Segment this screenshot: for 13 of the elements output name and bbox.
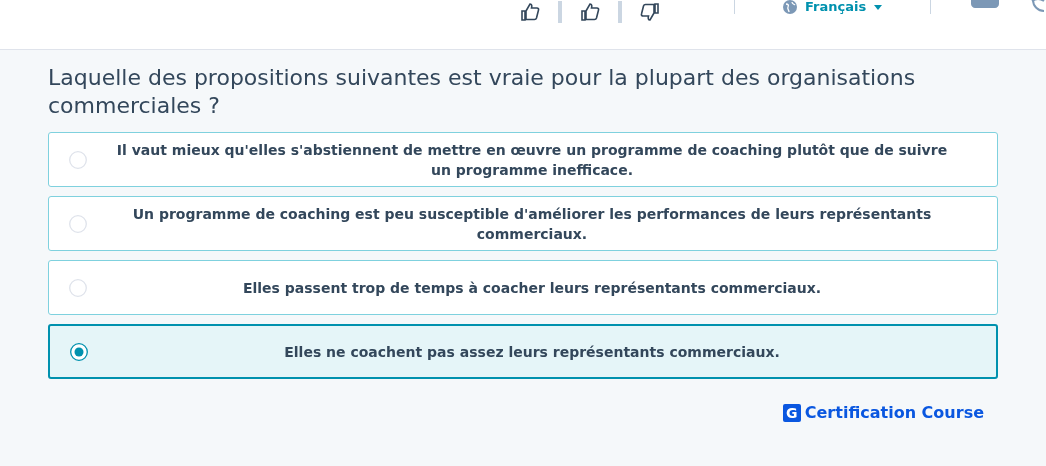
radio-button[interactable] <box>70 342 88 361</box>
caret-icon <box>874 4 883 10</box>
answer-option[interactable]: Elles ne coachent pas assez leurs représentants commerciaux. <box>48 324 998 379</box>
answer-option[interactable]: Un programme de coaching est peu susceptible d'améliorer les performances de leurs représentants commerciaux. <box>48 196 998 251</box>
answer-option[interactable]: Elles passent trop de temps à coacher leurs représentants commerciaux. <box>48 260 998 315</box>
thumbs-down-icon[interactable] <box>640 3 660 21</box>
thumbs-up-icon[interactable] <box>580 3 600 21</box>
logo-icon: G <box>782 403 801 422</box>
brand-name: Certification Course <box>804 403 984 422</box>
thumbs-up-icon[interactable] <box>520 3 540 21</box>
language-selector[interactable]: Français <box>805 0 867 14</box>
question-text: Laquelle des propositions suivantes est vraie pour la plupart des organisations commerciales ? <box>48 64 917 120</box>
answer-option[interactable]: Il vaut mieux qu'elles s'abstiennent de mettre en œuvre un programme de coaching plutôt que de suivre un programme inefficace. <box>48 132 998 187</box>
